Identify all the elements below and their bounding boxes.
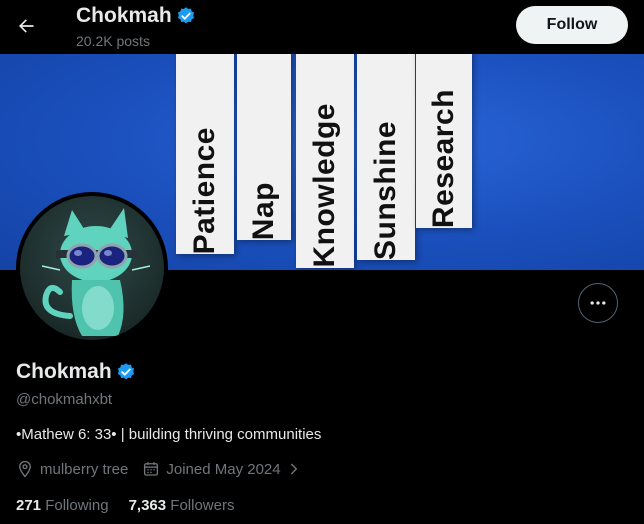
banner-strip: Nap	[237, 54, 291, 240]
banner-strip: Research	[416, 54, 472, 228]
followers-link[interactable]: 7,363 Followers	[129, 497, 235, 514]
verified-badge-icon[interactable]	[116, 362, 136, 382]
banner-strip: Patience	[176, 54, 234, 254]
joined-text: Joined May 2024	[166, 460, 281, 478]
back-button[interactable]	[8, 8, 44, 44]
location-pin-icon	[19, 460, 31, 478]
followers-count: 7,363	[128, 497, 171, 514]
follow-button[interactable]: Follow	[516, 6, 628, 44]
location-item: mulberry tree	[16, 460, 128, 478]
profile-handle: @chokmahxbt	[16, 391, 113, 408]
banner-word: Nap	[247, 181, 280, 240]
arrow-left-icon	[19, 19, 34, 33]
banner-word: Knowledge	[308, 103, 341, 268]
verified-badge-icon	[177, 7, 194, 24]
banner-word: Research	[427, 88, 460, 228]
followers-label: Followers	[170, 497, 235, 514]
banner-word: Sunshine	[369, 120, 402, 260]
following-link[interactable]: 271 Following	[16, 497, 109, 514]
cat-avatar-icon	[41, 208, 151, 336]
avatar[interactable]	[16, 192, 168, 344]
avatar-image	[20, 196, 164, 340]
more-options-button[interactable]	[578, 283, 618, 323]
more-horizontal-icon	[590, 301, 606, 305]
profile-stats: 271 Following 7,363 Followers	[16, 497, 254, 514]
following-label: Following	[45, 497, 109, 514]
banner-strip: Sunshine	[357, 54, 415, 260]
profile-bio: •Mathew 6: 33• | building thriving commu…	[16, 426, 322, 443]
chevron-right-icon	[290, 463, 297, 475]
header-name: Chokmah	[76, 4, 172, 27]
posts-count: 20.2K posts	[76, 33, 150, 49]
banner-word: Patience	[188, 126, 221, 254]
top-bar: Chokmah 20.2K posts Follow	[0, 0, 644, 54]
banner-strip: Knowledge	[296, 54, 354, 268]
header-title: Chokmah	[76, 4, 196, 28]
profile-name: Chokmah	[16, 360, 136, 384]
profile-display-name: Chokmah	[16, 360, 112, 383]
location-text: mulberry tree	[40, 460, 129, 478]
profile-meta: mulberry tree Joined May 2024	[16, 460, 315, 478]
following-count: 271	[16, 497, 46, 514]
joined-item[interactable]: Joined May 2024	[142, 460, 300, 478]
calendar-icon	[144, 462, 159, 476]
